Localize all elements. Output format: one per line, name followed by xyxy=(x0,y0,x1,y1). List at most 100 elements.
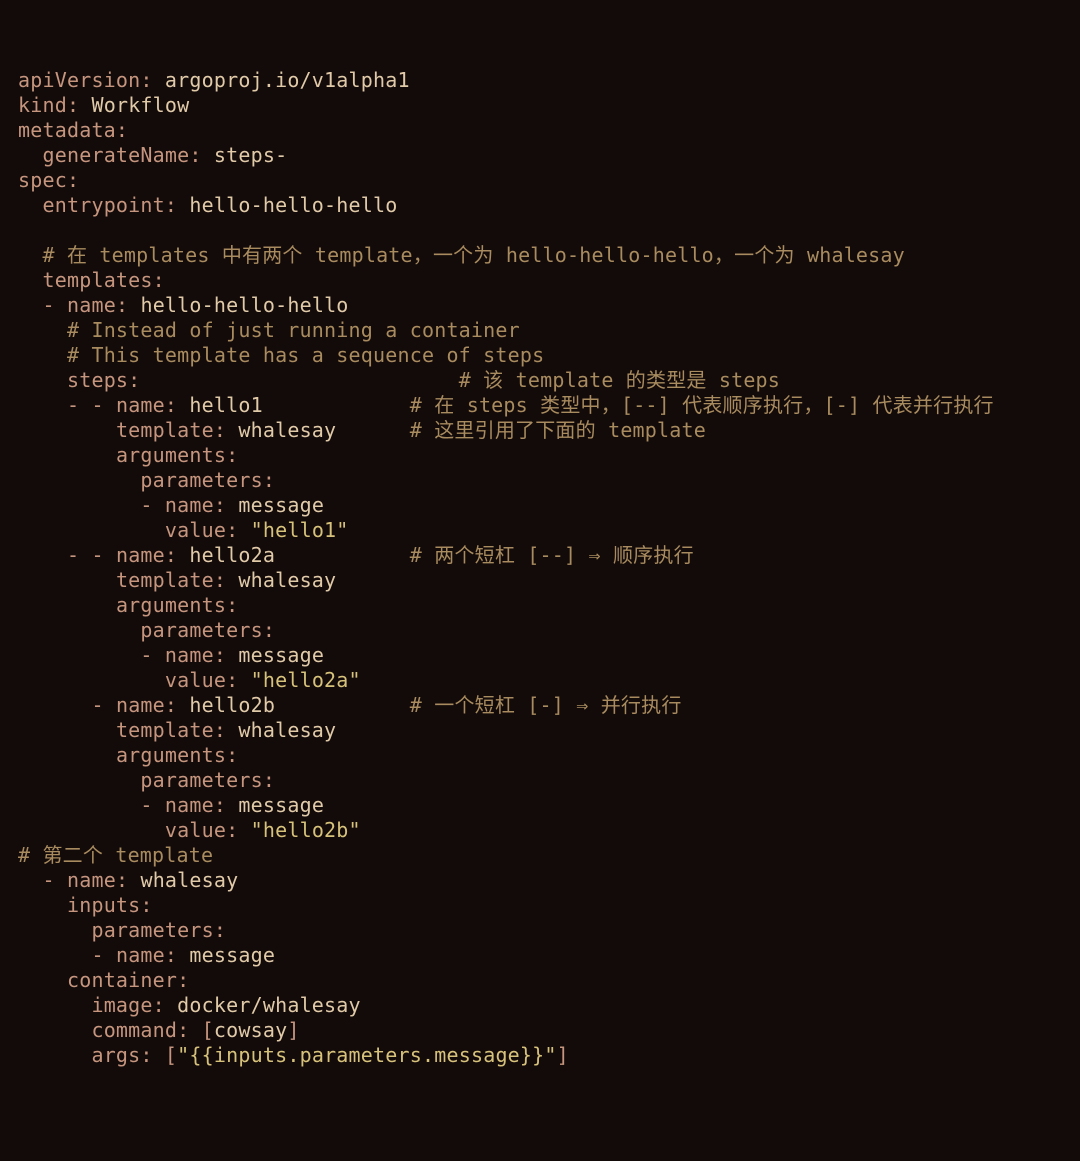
yaml-value: Workflow xyxy=(91,93,189,117)
code-line: parameters: xyxy=(18,468,275,492)
code-line: entrypoint: hello-hello-hello xyxy=(18,193,398,217)
yaml-value: hello2b xyxy=(189,693,275,717)
code-line: - name: message xyxy=(18,943,275,967)
yaml-comment: # 这里引用了下面的 template xyxy=(410,418,706,442)
code-line: parameters: xyxy=(18,618,275,642)
yaml-key: container: xyxy=(67,968,189,992)
yaml-dash: - - xyxy=(67,543,104,567)
yaml-comment: # This template has a sequence of steps xyxy=(67,343,544,367)
bracket-close: ] xyxy=(557,1043,569,1067)
yaml-value: hello-hello-hello xyxy=(140,293,348,317)
yaml-key: name: xyxy=(116,693,177,717)
yaml-value: argoproj.io/v1alpha1 xyxy=(165,68,410,92)
yaml-key: name: xyxy=(67,868,128,892)
yaml-comment: # 在 steps 类型中，[--] 代表顺序执行，[-] 代表并行执行 xyxy=(410,393,994,417)
code-line: value: "hello2b" xyxy=(18,818,361,842)
yaml-key: name: xyxy=(67,293,128,317)
yaml-string: "hello2b" xyxy=(251,818,361,842)
yaml-key: template: xyxy=(116,718,226,742)
bracket-open: [ xyxy=(165,1043,177,1067)
code-line: spec: xyxy=(18,168,79,192)
yaml-key: arguments: xyxy=(116,443,238,467)
yaml-dash: - xyxy=(140,493,152,517)
yaml-key: template: xyxy=(116,418,226,442)
yaml-key: image: xyxy=(91,993,164,1017)
code-line: - name: message xyxy=(18,493,324,517)
yaml-dash: - xyxy=(42,868,54,892)
yaml-comment: # 第二个 template xyxy=(18,843,213,867)
code-line: - - name: hello1 # 在 steps 类型中，[--] 代表顺序… xyxy=(18,393,994,417)
code-line: inputs: xyxy=(18,893,153,917)
yaml-key: entrypoint: xyxy=(42,193,177,217)
code-line: arguments: xyxy=(18,593,238,617)
code-block: apiVersion: argoproj.io/v1alpha1 kind: W… xyxy=(18,68,1062,1068)
yaml-key: name: xyxy=(165,493,226,517)
yaml-value: cowsay xyxy=(214,1018,287,1042)
yaml-key: name: xyxy=(116,943,177,967)
code-line: args: ["{{inputs.parameters.message}}"] xyxy=(18,1043,569,1067)
yaml-key: value: xyxy=(165,518,238,542)
code-line: - name: hello-hello-hello xyxy=(18,293,349,317)
code-line: template: whalesay # 这里引用了下面的 template xyxy=(18,418,706,442)
code-line: # Instead of just running a container xyxy=(18,318,520,342)
yaml-comment: # 一个短杠 [-] ⇒ 并行执行 xyxy=(410,693,682,717)
code-line: templates: xyxy=(18,268,165,292)
yaml-comment: # 在 templates 中有两个 template，一个为 hello-he… xyxy=(42,243,904,267)
code-line: steps: # 该 template 的类型是 steps xyxy=(18,368,780,392)
code-line: template: whalesay xyxy=(18,718,336,742)
yaml-dash: - xyxy=(42,293,54,317)
code-line: image: docker/whalesay xyxy=(18,993,361,1017)
yaml-key: metadata: xyxy=(18,118,128,142)
yaml-key: parameters: xyxy=(91,918,226,942)
code-line: container: xyxy=(18,968,189,992)
yaml-value: message xyxy=(238,643,324,667)
yaml-value: whalesay xyxy=(238,568,336,592)
code-line: - name: hello2b # 一个短杠 [-] ⇒ 并行执行 xyxy=(18,693,682,717)
yaml-value: message xyxy=(238,793,324,817)
yaml-string: "{{inputs.parameters.message}}" xyxy=(177,1043,556,1067)
code-line: - name: message xyxy=(18,793,324,817)
code-line: arguments: xyxy=(18,443,238,467)
code-line: - name: whalesay xyxy=(18,868,238,892)
yaml-value: steps- xyxy=(214,143,287,167)
yaml-string: "hello1" xyxy=(251,518,349,542)
code-line: arguments: xyxy=(18,743,238,767)
yaml-dash: - xyxy=(91,693,103,717)
yaml-key: value: xyxy=(165,818,238,842)
code-line: parameters: xyxy=(18,918,226,942)
yaml-value: whalesay xyxy=(238,718,336,742)
bracket-open: [ xyxy=(202,1018,214,1042)
yaml-key: name: xyxy=(165,643,226,667)
yaml-string: "hello2a" xyxy=(251,668,361,692)
code-line: - - name: hello2a # 两个短杠 [--] ⇒ 顺序执行 xyxy=(18,543,694,567)
blank-line xyxy=(18,218,30,242)
yaml-key: spec: xyxy=(18,168,79,192)
code-line: # This template has a sequence of steps xyxy=(18,343,544,367)
yaml-key: inputs: xyxy=(67,893,153,917)
code-line: # 在 templates 中有两个 template，一个为 hello-he… xyxy=(18,243,905,267)
code-line: kind: Workflow xyxy=(18,93,189,117)
yaml-key: name: xyxy=(165,793,226,817)
yaml-key: parameters: xyxy=(140,768,275,792)
yaml-key: arguments: xyxy=(116,593,238,617)
yaml-value: hello2a xyxy=(189,543,275,567)
yaml-key: parameters: xyxy=(140,468,275,492)
yaml-key: parameters: xyxy=(140,618,275,642)
code-line: template: whalesay xyxy=(18,568,336,592)
yaml-key: kind: xyxy=(18,93,79,117)
yaml-key: generateName: xyxy=(42,143,201,167)
yaml-comment: # Instead of just running a container xyxy=(67,318,520,342)
yaml-value: message xyxy=(238,493,324,517)
yaml-key: value: xyxy=(165,668,238,692)
yaml-dash: - xyxy=(140,643,152,667)
yaml-key: name: xyxy=(116,543,177,567)
yaml-comment: # 该 template 的类型是 steps xyxy=(459,368,780,392)
yaml-key: args: xyxy=(91,1043,152,1067)
yaml-key: name: xyxy=(116,393,177,417)
yaml-value: message xyxy=(189,943,275,967)
yaml-value: whalesay xyxy=(238,418,336,442)
code-line: command: [cowsay] xyxy=(18,1018,300,1042)
yaml-value: docker/whalesay xyxy=(177,993,361,1017)
code-line: parameters: xyxy=(18,768,275,792)
yaml-dash: - xyxy=(140,793,152,817)
